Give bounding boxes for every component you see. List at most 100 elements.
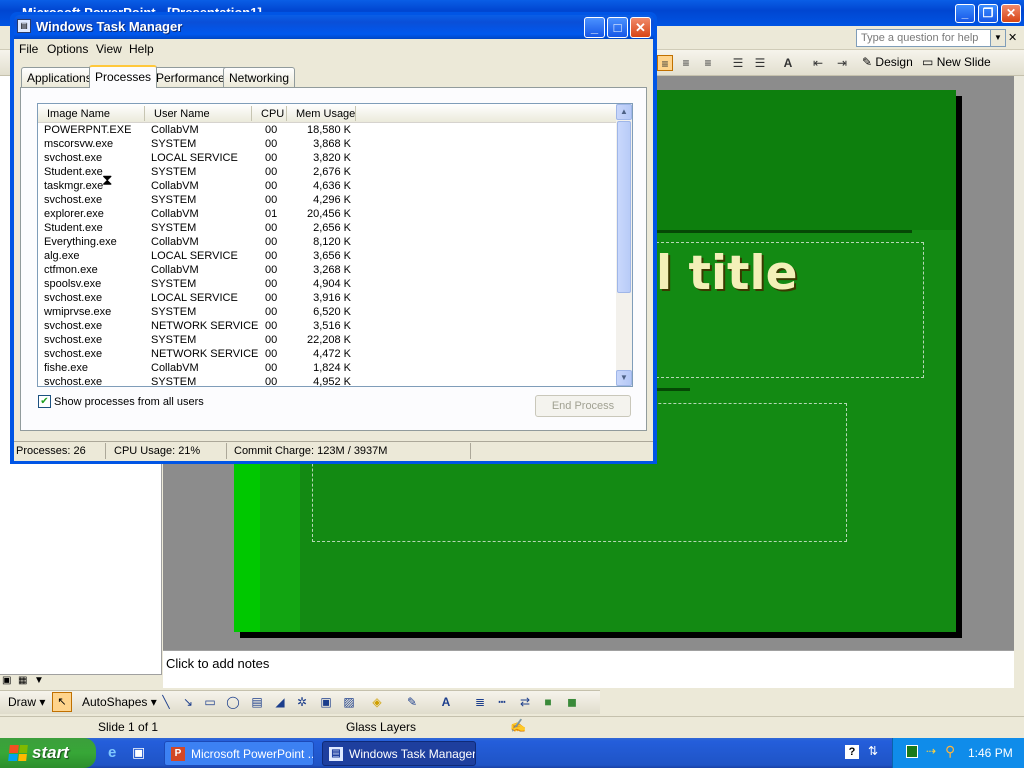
slide-vertical-scrollbar[interactable] [1014,76,1024,650]
notes-pane[interactable] [163,650,1014,688]
help-search-input[interactable]: Type a question for help [856,29,1006,47]
pp-minimize-icon[interactable]: _ [955,4,975,23]
table-row[interactable]: taskmgr.exe CollabVM 00 4,636 K [38,180,616,194]
table-row[interactable]: svchost.exe NETWORK SERVICE 00 4,472 K [38,348,616,362]
line-style-icon[interactable]: ≣ [472,694,488,710]
align-right-icon[interactable]: ≡ [700,55,716,71]
notes-placeholder[interactable]: Click to add notes [166,656,269,671]
new-slide-button[interactable]: ▭ New Slide [922,55,991,69]
table-row[interactable]: svchost.exe SYSTEM 00 4,296 K [38,194,616,208]
table-row[interactable]: alg.exe LOCAL SERVICE 00 3,656 K [38,250,616,264]
scrollbar-thumb[interactable] [617,121,631,293]
slideshow-icon[interactable]: ▼ [34,675,44,686]
cpu-meter-icon[interactable] [906,745,918,758]
column-divider[interactable] [286,106,287,121]
table-row[interactable]: svchost.exe SYSTEM 00 4,952 K [38,376,616,390]
column-divider[interactable] [144,106,145,121]
normal-view-icon[interactable]: ▣ [2,675,11,686]
help-tray-icon[interactable]: ? [845,745,859,759]
maximize-icon[interactable]: □ [607,17,628,38]
column-cpu[interactable]: CPU [261,108,284,120]
line-color-icon[interactable]: ✎ [404,694,420,710]
spelling-check-icon[interactable]: ✍ [510,718,526,734]
close-icon[interactable]: ✕ [630,17,651,38]
minimize-icon[interactable]: _ [584,17,605,38]
autoshapes-menu-button[interactable]: AutoShapes ▾ [82,695,157,709]
column-divider[interactable] [251,106,252,121]
font-size-increase-icon[interactable]: A [780,55,796,71]
tab-performance[interactable]: Performance [150,67,231,87]
draw-menu-button[interactable]: Draw ▾ [8,695,45,709]
select-pointer-button[interactable]: ↖ [52,692,72,712]
oval-tool-icon[interactable]: ◯ [225,694,241,710]
end-process-button[interactable]: End Process [535,395,631,417]
menu-help[interactable]: Help [129,42,154,56]
arrow-style-icon[interactable]: ⇄ [517,694,533,710]
column-image-name[interactable]: Image Name [47,108,110,120]
table-row[interactable]: svchost.exe LOCAL SERVICE 00 3,820 K [38,152,616,166]
numbering-icon[interactable]: ☰ [730,55,746,71]
bullets-icon[interactable]: ☰ [752,55,768,71]
menu-file[interactable]: File [19,42,38,56]
table-row[interactable]: Everything.exe CollabVM 00 8,120 K [38,236,616,250]
scroll-down-icon[interactable]: ▼ [616,370,632,386]
shadow-style-icon[interactable]: ■ [540,694,556,710]
increase-indent-icon[interactable]: ⇥ [834,55,850,71]
align-center-icon[interactable]: ≡ [678,55,694,71]
process-image-name: fishe.exe [44,362,89,374]
taskbar-powerpoint[interactable]: P Microsoft PowerPoint ... [164,741,314,766]
pp-restore-icon[interactable]: ❐ [978,4,998,23]
column-divider[interactable] [355,106,356,121]
rectangle-tool-icon[interactable]: ▭ [202,694,218,710]
font-color-icon[interactable]: A [438,694,454,710]
search-icon[interactable]: ⚲ [945,743,955,760]
arrow-tool-icon[interactable]: ↘ [180,694,196,710]
line-tool-icon[interactable]: ╲ [158,694,174,710]
table-row[interactable]: wmiprvse.exe SYSTEM 00 6,520 K [38,306,616,320]
internet-explorer-icon[interactable]: e [108,744,116,761]
diagram-icon[interactable]: ✲ [294,694,310,710]
language-bar-icon[interactable]: ⇅ [868,744,878,758]
table-row[interactable]: svchost.exe SYSTEM 00 22,208 K [38,334,616,348]
show-all-users-checkbox[interactable]: ✔ [38,395,51,408]
clipart-icon[interactable]: ▣ [318,694,334,710]
table-row[interactable]: Student.exe SYSTEM 00 2,656 K [38,222,616,236]
column-mem-usage[interactable]: Mem Usage [296,108,355,120]
table-row[interactable]: svchost.exe LOCAL SERVICE 00 3,916 K [38,292,616,306]
column-user-name[interactable]: User Name [154,108,210,120]
table-row[interactable]: mscorsvw.exe SYSTEM 00 3,868 K [38,138,616,152]
decrease-indent-icon[interactable]: ⇤ [810,55,826,71]
process-cpu: 00 [265,236,278,248]
show-all-users-label[interactable]: Show processes from all users [54,396,204,408]
process-image-name: explorer.exe [44,208,104,220]
tab-processes[interactable]: Processes [89,65,158,88]
pp-close-icon[interactable]: ✕ [1001,4,1021,23]
table-row[interactable]: POWERPNT.EXE CollabVM 00 18,580 K [38,124,616,138]
dash-style-icon[interactable]: ┅ [494,694,510,710]
table-row[interactable]: fishe.exe CollabVM 00 1,824 K [38,362,616,376]
tab-applications[interactable]: Applications [21,67,98,87]
table-row[interactable]: svchost.exe NETWORK SERVICE 00 3,516 K [38,320,616,334]
show-desktop-icon[interactable]: ▣ [132,744,145,761]
table-row[interactable]: ctfmon.exe CollabVM 00 3,268 K [38,264,616,278]
align-left-icon[interactable]: ≡ [657,55,673,71]
menu-view[interactable]: View [96,42,122,56]
table-row[interactable]: Student.exe SYSTEM 00 2,676 K [38,166,616,180]
taskbar-task-manager[interactable]: ▤ Windows Task Manager [322,741,476,766]
3d-style-icon[interactable]: ◼ [564,694,580,710]
slide-sorter-icon[interactable]: ▦ [18,675,27,686]
help-dropdown-icon[interactable]: ▼ [990,29,1006,47]
menu-options[interactable]: Options [47,42,88,56]
textbox-tool-icon[interactable]: ▤ [249,694,265,710]
tab-networking[interactable]: Networking [223,67,296,87]
design-button[interactable]: ✎ Design [862,55,913,69]
insert-picture-icon[interactable]: ▨ [341,694,357,710]
fill-color-icon[interactable]: ◈ [369,694,385,710]
table-row[interactable]: explorer.exe CollabVM 01 20,456 K [38,208,616,222]
wordart-icon[interactable]: ◢ [272,694,288,710]
scroll-up-icon[interactable]: ▲ [616,104,632,120]
table-row[interactable]: spoolsv.exe SYSTEM 00 4,904 K [38,278,616,292]
pp-doc-close-icon[interactable]: ✕ [1008,31,1017,44]
pointer-icon: ↖ [57,696,67,708]
network-icon[interactable]: ⇢ [926,744,936,758]
